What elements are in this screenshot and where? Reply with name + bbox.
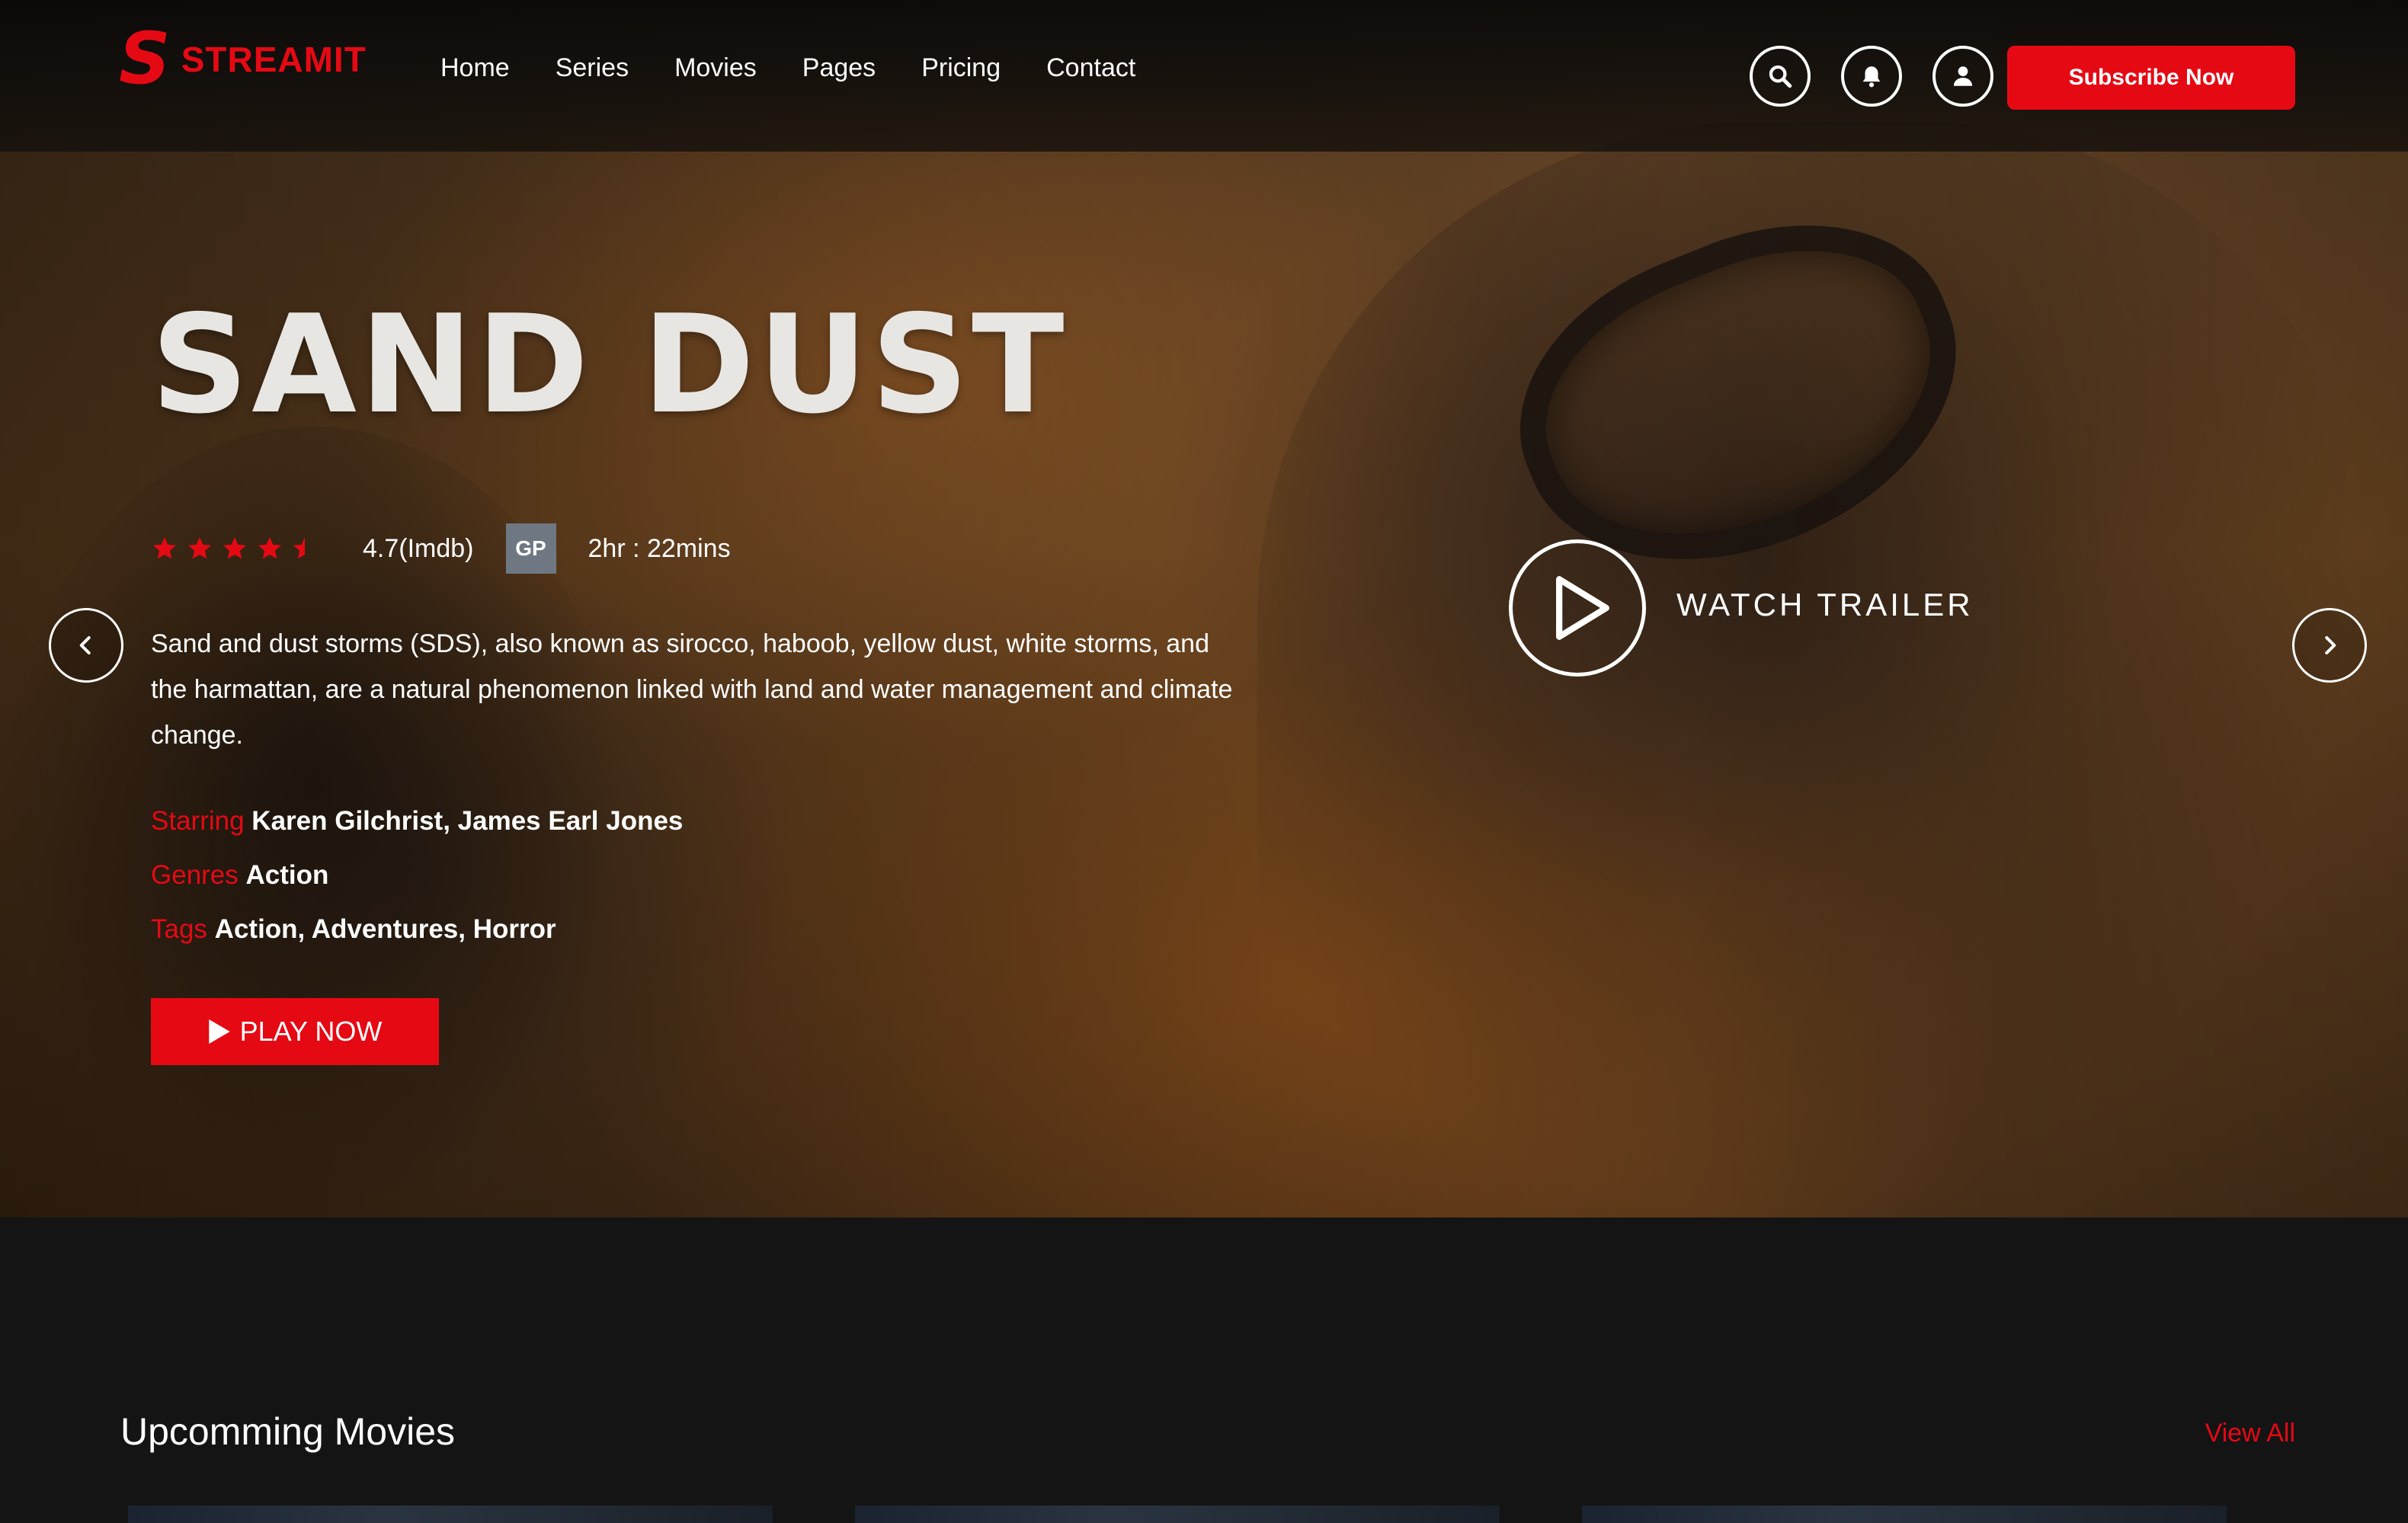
imdb-rating: 4.7(Imdb) xyxy=(363,533,474,563)
play-icon xyxy=(208,1019,230,1044)
watch-trailer-button[interactable] xyxy=(1509,539,1646,677)
movie-thumbnail[interactable] xyxy=(128,1505,773,1523)
brand-logo[interactable]: S STREAMIT xyxy=(119,24,367,95)
star-icon xyxy=(153,537,176,559)
star-half-icon xyxy=(293,537,305,559)
bell-icon xyxy=(1862,66,1881,88)
user-icon xyxy=(1953,66,1973,86)
star-icon xyxy=(188,537,211,559)
play-now-button[interactable]: PLAY NOW xyxy=(151,998,439,1065)
site-header: S STREAMIT Home Series Movies Pages Pric… xyxy=(0,0,2408,152)
genres-label: Genres xyxy=(151,860,239,890)
starring-label: Starring xyxy=(151,806,245,836)
tags-label: Tags xyxy=(151,914,207,944)
view-all-link[interactable]: View All xyxy=(2205,1419,2295,1448)
nav-movies[interactable]: Movies xyxy=(674,53,757,83)
star-rating xyxy=(151,535,319,562)
hero-meta: 4.7(Imdb) GP 2hr : 22mins xyxy=(151,518,731,579)
nav-home[interactable]: Home xyxy=(440,53,510,83)
star-icon xyxy=(258,537,281,559)
nav-series[interactable]: Series xyxy=(556,53,629,83)
upcoming-section-title: Upcomming Movies xyxy=(120,1410,456,1453)
star-icon xyxy=(223,537,246,559)
next-slide-button[interactable] xyxy=(2292,608,2367,683)
genres-value: Action xyxy=(245,860,329,890)
starring-value: Karen Gilchrist, James Earl Jones xyxy=(251,806,684,836)
starring-row: Starring Karen Gilchrist, James Earl Jon… xyxy=(151,806,683,837)
watch-trailer-label[interactable]: WATCH TRAILER xyxy=(1676,587,1974,623)
play-now-label: PLAY NOW xyxy=(239,1016,383,1047)
movie-thumbnail[interactable] xyxy=(855,1505,1500,1523)
hero-title: SAND DUST xyxy=(151,286,1068,443)
nav-contact[interactable]: Contact xyxy=(1046,53,1135,83)
tags-value: Action, Adventures, Horror xyxy=(214,914,556,944)
prev-slide-button[interactable] xyxy=(49,608,123,683)
logo-text: STREAMIT xyxy=(181,40,367,79)
subscribe-button[interactable]: Subscribe Now xyxy=(2007,46,2295,110)
tags-row: Tags Action, Adventures, Horror xyxy=(151,914,556,945)
content-rating-badge: GP xyxy=(505,523,556,574)
nav-pricing[interactable]: Pricing xyxy=(921,53,1001,83)
play-outline-icon xyxy=(1556,576,1609,640)
notifications-button[interactable] xyxy=(1841,46,1902,107)
search-icon xyxy=(1769,65,1792,88)
movie-thumbnail[interactable] xyxy=(1582,1505,2227,1523)
duration: 2hr : 22mins xyxy=(588,533,731,563)
search-button[interactable] xyxy=(1750,46,1811,107)
account-button[interactable] xyxy=(1932,46,1993,107)
hero-description: Sand and dust storms (SDS), also known a… xyxy=(151,629,1233,750)
logo-mark: S xyxy=(119,18,171,101)
main-nav: Home Series Movies Pages Pricing Contact xyxy=(440,53,1135,83)
genres-row: Genres Action xyxy=(151,860,328,891)
chevron-right-icon xyxy=(2325,636,2336,654)
chevron-left-icon xyxy=(79,636,91,654)
nav-pages[interactable]: Pages xyxy=(802,53,876,83)
